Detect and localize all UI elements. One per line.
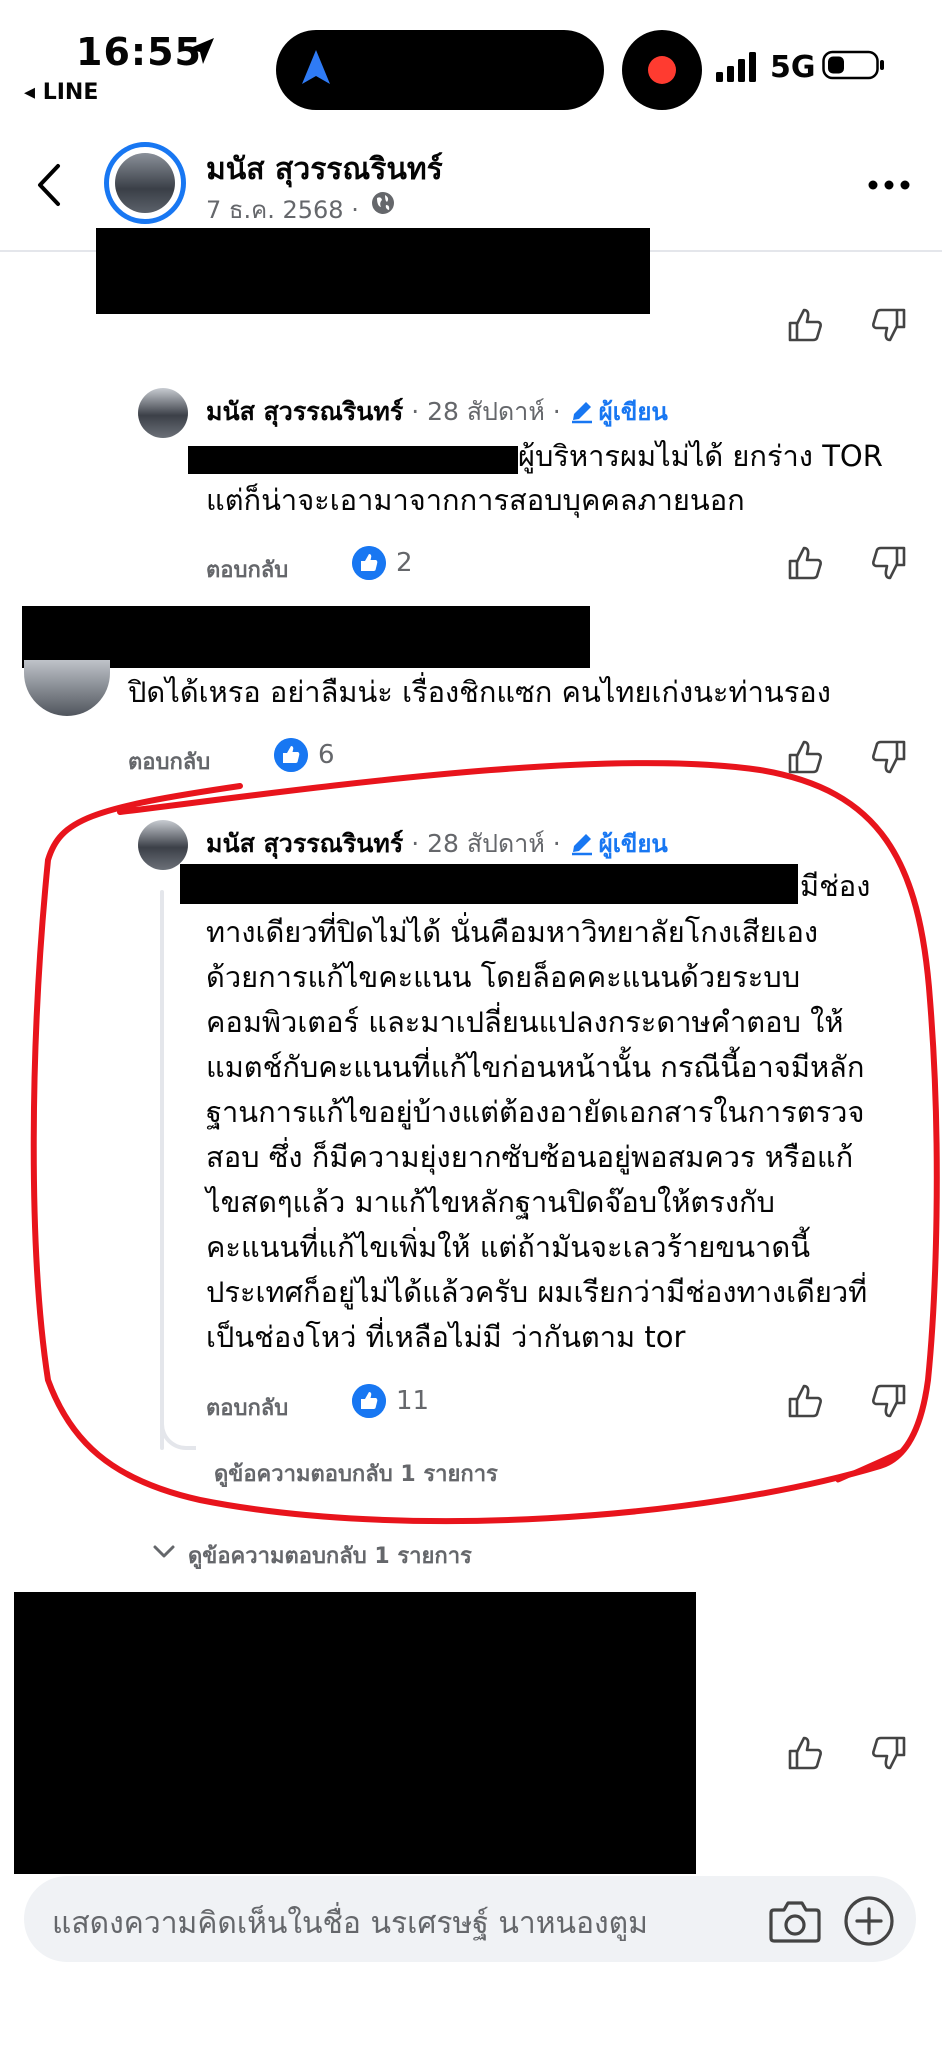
thumbs-down-icon[interactable] [870, 738, 908, 776]
comment-text: ปิดได้เหรอ อย่าลืมน่ะ เรื่องชิกแซก คนไทย… [128, 675, 831, 709]
chevron-down-icon [153, 1545, 175, 1558]
pencil-icon [571, 834, 592, 856]
like-reaction-icon [352, 1384, 386, 1418]
view-replies-link[interactable]: ดูข้อความตอบกลับ 1 รายการ [214, 1456, 498, 1491]
author-badge: ผู้เขียน [598, 830, 668, 858]
author-badge: ผู้เขียน [598, 398, 668, 426]
comment-text-line: ฐานการแก้ไขอยู่บ้างแต่ต้องอายัดเอกสารในก… [206, 1095, 865, 1129]
network-type: 5G [770, 50, 816, 85]
comment-text-line: คะแนนที่แก้ไขเพิ่มให้ แต่ถ้ามันจะเลวร้าย… [206, 1230, 811, 1264]
post-author-name[interactable]: มนัส สุวรรณรินทร์ [206, 146, 443, 193]
comment-text-line: สอบ ซึ่ง ก็มีความยุ่งยากซับซ้อนอยู่พอสมค… [206, 1140, 854, 1174]
thumbs-down-icon[interactable] [870, 1382, 908, 1420]
comment-input-placeholder[interactable]: แสดงความคิดเห็นในชื่อ นรเศรษฐ์ นาหนองตูม [52, 1900, 648, 1947]
reply-button[interactable]: ตอบกลับ [206, 552, 288, 587]
location-arrow-icon [188, 38, 214, 64]
comment-text-line: มีช่อง [800, 869, 871, 903]
comment-meta: · 28 สัปดาห์ · [403, 829, 569, 858]
reply-button[interactable]: ตอบกลับ [128, 744, 210, 779]
comment-meta: · 28 สัปดาห์ · [403, 397, 569, 426]
thread-line [160, 890, 164, 1450]
like-count: 2 [396, 548, 413, 578]
comment-text-line: แต่ก็น่าจะเอามาจากการสอบบุคคลภายนอก [206, 483, 745, 517]
comment-header: มนัส สุวรรณรินทร์ · 28 สัปดาห์ · ผู้เขีย… [206, 392, 668, 432]
redacted-block [188, 446, 518, 474]
redacted-block [96, 228, 650, 314]
comment-text-line: แมตช์กับคะแนนที่แก้ไขก่อนหน้านั้น กรณีนี… [206, 1050, 865, 1084]
globe-icon [372, 192, 394, 214]
thumbs-down-icon[interactable] [870, 306, 908, 344]
commenter-avatar[interactable] [138, 388, 188, 438]
like-count: 11 [396, 1386, 430, 1416]
thumbs-up-icon[interactable] [786, 1382, 824, 1420]
profile-avatar[interactable] [104, 142, 186, 224]
back-chevron-icon[interactable] [30, 160, 70, 210]
like-reaction-icon [352, 546, 386, 580]
status-time: 16:55 [76, 30, 202, 74]
commenter-avatar[interactable] [24, 660, 110, 716]
like-count: 6 [318, 740, 335, 770]
camera-icon[interactable] [768, 1898, 822, 1944]
comment-text-line: เป็นช่องโหว่ ที่เหลือไม่มี ว่ากันตาม tor [206, 1320, 686, 1354]
battery-icon [822, 50, 884, 80]
thumbs-down-icon[interactable] [870, 1734, 908, 1772]
comment-text-line: ประเทศก็อยู่ไม่ได้แล้วครับ ผมเรียกว่ามีช… [206, 1275, 868, 1309]
thumbs-up-icon[interactable] [786, 738, 824, 776]
comment-text-line: ไขสดๆแล้ว มาแก้ไขหลักฐานปิดจ๊อบให้ตรงกับ [206, 1185, 775, 1219]
redacted-block [22, 606, 590, 668]
comment-text-line: ทางเดียวที่ปิดไม่ได้ นั่นคือมหาวิทยาลัยโ… [206, 915, 819, 949]
like-reaction-icon [274, 738, 308, 772]
commenter-avatar[interactable] [138, 820, 188, 870]
more-options-icon[interactable] [864, 170, 914, 200]
signal-icon [716, 52, 756, 82]
navigation-arrow-icon [302, 50, 330, 84]
commenter-name[interactable]: มนัส สุวรรณรินทร์ [206, 397, 403, 426]
commenter-name[interactable]: มนัส สุวรรณรินทร์ [206, 829, 403, 858]
redacted-block [14, 1592, 696, 1874]
thread-line-curve [160, 1410, 196, 1450]
thumbs-down-icon[interactable] [870, 544, 908, 582]
comment-text-line: ด้วยการแก้ไขคะแนน โดยล็อคคะแนนด้วยระบบ [206, 960, 801, 994]
comment-text-line: คอมพิวเตอร์ และมาเปลี่ยนแปลงกระดาษคำตอบ … [206, 1005, 844, 1039]
thumbs-up-icon[interactable] [786, 306, 824, 344]
back-to-app-link[interactable]: ◂ LINE [24, 80, 98, 105]
view-replies-link[interactable]: ดูข้อความตอบกลับ 1 รายการ [188, 1538, 472, 1573]
thumbs-up-icon[interactable] [786, 1734, 824, 1772]
comment-text-line: ผู้บริหารผมไม่ได้ ยกร่าง TOR [518, 439, 883, 473]
pencil-icon [571, 402, 592, 424]
thumbs-up-icon[interactable] [786, 544, 824, 582]
reply-button[interactable]: ตอบกลับ [206, 1390, 288, 1425]
add-icon[interactable] [842, 1894, 896, 1948]
comment-header: มนัส สุวรรณรินทร์ · 28 สัปดาห์ · ผู้เขีย… [206, 824, 668, 864]
post-date: 7 ธ.ค. 2568 · [206, 196, 359, 224]
record-dot-icon [648, 56, 676, 84]
redacted-block [180, 864, 798, 904]
